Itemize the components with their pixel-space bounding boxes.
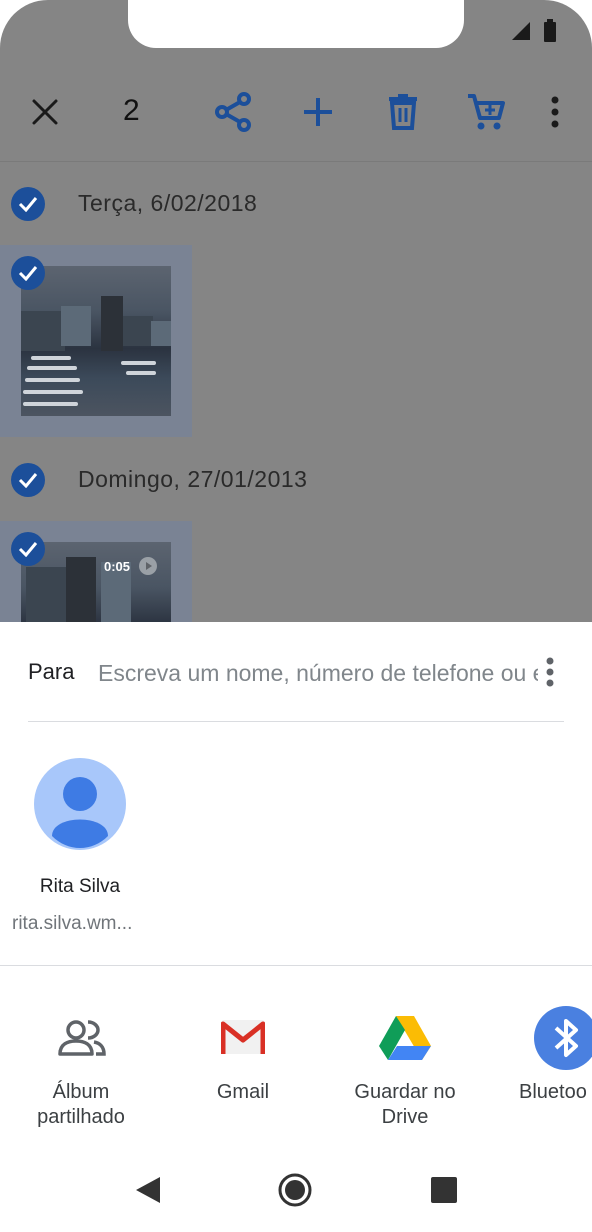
camera-notch (128, 0, 464, 48)
gmail-icon (220, 1020, 266, 1059)
more-vert-icon[interactable] (545, 656, 555, 693)
play-icon (138, 556, 158, 581)
video-check-icon (11, 532, 45, 566)
drive-icon (379, 1014, 431, 1065)
app-label: Bluetoo (519, 1081, 587, 1103)
share-icon[interactable] (214, 92, 254, 132)
trash-icon[interactable] (388, 94, 418, 130)
close-icon[interactable] (30, 97, 60, 127)
video-duration: 0:05 (104, 559, 131, 574)
photo-thumbnail (21, 266, 171, 416)
app-drive[interactable]: Guardar no Drive (324, 1000, 486, 1140)
photos-app-dimmed: 2 Terça, 6/02/2018 Domingo, 27/01/2013 0… (0, 0, 592, 622)
app-gmail[interactable]: Gmail (162, 1000, 324, 1140)
apps-divider (0, 965, 592, 966)
contact-email: rita.silva.wm... (12, 913, 133, 934)
back-button[interactable] (128, 1170, 168, 1210)
app-label: Gmail (216, 1081, 270, 1103)
app-label: Drive (381, 1106, 429, 1128)
cart-icon[interactable] (466, 93, 506, 131)
add-icon[interactable] (302, 96, 334, 128)
more-vert-icon[interactable] (550, 95, 560, 129)
toolbar-divider (0, 161, 592, 162)
selected-count: 2 (123, 94, 140, 127)
to-label: Para (28, 659, 75, 684)
contact-avatar[interactable] (34, 758, 126, 855)
app-label: partilhado (37, 1106, 125, 1128)
app-label: Álbum (52, 1081, 110, 1103)
signal-icon (510, 20, 532, 47)
app-label: Guardar no (354, 1081, 456, 1103)
photo-tile-selected[interactable] (0, 245, 192, 437)
select-group-checkbox[interactable] (11, 463, 45, 497)
date-header: Domingo, 27/01/2013 (78, 466, 308, 492)
recipient-search-input[interactable] (98, 656, 538, 690)
app-shared-album[interactable]: Álbum partilhado (0, 1000, 162, 1140)
sheet-divider (28, 721, 564, 722)
people-icon (58, 1018, 106, 1063)
home-button[interactable] (275, 1170, 315, 1210)
bluetooth-icon (534, 1006, 592, 1075)
date-header: Terça, 6/02/2018 (78, 190, 258, 216)
battery-icon (543, 19, 557, 48)
video-tile-selected[interactable]: 0:05 (0, 521, 192, 622)
photo-check-icon (11, 256, 45, 290)
select-group-checkbox[interactable] (11, 187, 45, 221)
app-bluetooth[interactable]: Bluetoo (486, 1000, 592, 1140)
contact-name: Rita Silva (39, 876, 121, 897)
recents-button[interactable] (424, 1170, 464, 1210)
